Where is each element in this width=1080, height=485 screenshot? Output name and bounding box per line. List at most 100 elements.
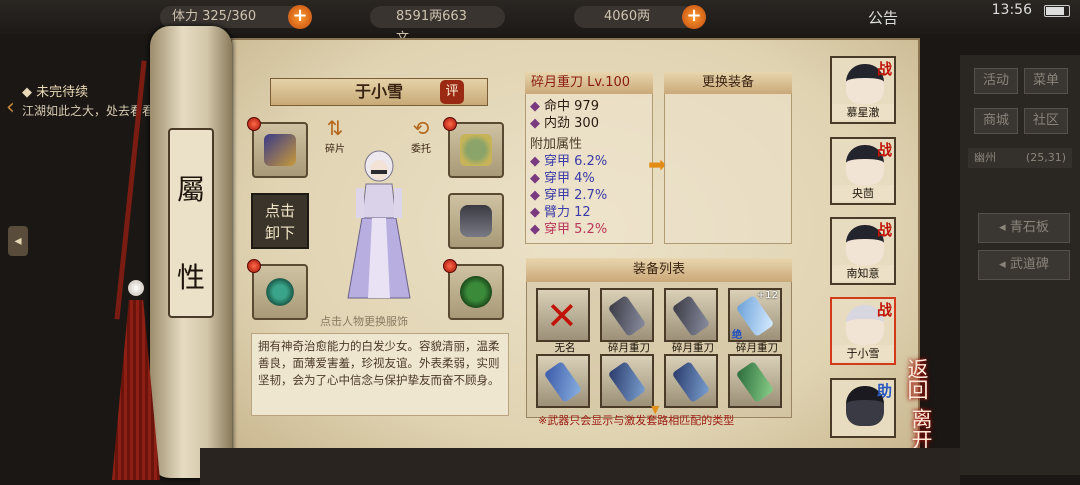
money-display: 8591两663文 bbox=[370, 6, 505, 46]
equip-slot-accessory[interactable] bbox=[247, 117, 308, 178]
equip-item-label: 碎月重刀 bbox=[608, 342, 650, 354]
change-equip-panel bbox=[664, 72, 792, 244]
stat-value: 5.2% bbox=[574, 222, 608, 237]
red-dot-icon bbox=[443, 259, 457, 273]
weapon-stats: ◆ 命中 979 ◆ 内劲 300 附加属性 ◆ 穿甲 6.2% ◆ 穿甲 4% ◆ 穿甲… bbox=[530, 98, 607, 238]
party-member-name: 慕星澈 bbox=[832, 104, 894, 120]
stat-value: 979 bbox=[574, 99, 599, 114]
fragment-icon: ⇅ bbox=[326, 116, 344, 140]
stat-name: 穿甲 bbox=[544, 222, 571, 237]
stat-name: 内劲 bbox=[544, 116, 571, 131]
equip-list-note: ※武器只会显示与激发套路相匹配的类型 bbox=[538, 414, 735, 427]
stat-value: 12 bbox=[574, 205, 591, 220]
add-ingot-button[interactable]: + bbox=[682, 5, 706, 29]
change-outfit-hint: 点击人物更换服饰 bbox=[320, 315, 408, 328]
add-stamina-button[interactable]: + bbox=[288, 5, 312, 29]
martial-stele-label: 武道碑 bbox=[1009, 257, 1049, 272]
weapon-title: 碎月重刀 Lv.100 bbox=[525, 72, 653, 94]
change-equip-title: 更换装备 bbox=[664, 72, 792, 94]
stat-row: ◆ 命中 979 bbox=[530, 99, 599, 114]
stat-row: ◆ 内劲 300 bbox=[530, 116, 599, 131]
location-display: 幽州 (25,31) bbox=[968, 148, 1072, 168]
tassel-bead bbox=[128, 280, 144, 296]
stat-value: 2.7% bbox=[574, 188, 608, 203]
assist-tag: 助 bbox=[876, 382, 892, 400]
stamina-display: 体力 325/360 + bbox=[160, 5, 312, 29]
bottom-nav-bar bbox=[200, 448, 960, 485]
ingot-display: 4060两 + bbox=[574, 5, 706, 29]
stone-road-button[interactable]: ◂ 青石板 bbox=[978, 213, 1070, 243]
scroll-label-2: 性 bbox=[176, 261, 205, 294]
stat-name: 穿甲 bbox=[544, 171, 571, 186]
ingot-value: 4060两 bbox=[604, 9, 651, 24]
broadsword-icon bbox=[735, 360, 775, 404]
equip-item-label: 碎月重刀 bbox=[736, 342, 778, 354]
equip-item[interactable] bbox=[600, 354, 654, 408]
equip-item[interactable] bbox=[536, 354, 590, 408]
stone-road-label: 青石板 bbox=[1009, 220, 1049, 235]
entrust-label: 委托 bbox=[411, 144, 431, 155]
stat-value: 300 bbox=[574, 116, 599, 131]
entrust-icon: ⟲ bbox=[412, 116, 430, 140]
hat-icon bbox=[460, 134, 492, 166]
equip-item[interactable] bbox=[664, 354, 718, 408]
location-coords: (25,31) bbox=[1025, 151, 1066, 164]
back-button[interactable]: 返回 bbox=[902, 358, 932, 400]
red-dot-icon bbox=[247, 117, 261, 131]
community-button[interactable]: 社区 bbox=[1024, 108, 1068, 134]
close-icon: ✕ bbox=[546, 294, 578, 338]
martial-stele-button[interactable]: ◂ 武道碑 bbox=[978, 250, 1070, 280]
equip-slot-armor[interactable] bbox=[448, 193, 504, 249]
party-member-selected[interactable]: 战 于小雪 bbox=[830, 297, 896, 365]
party-member-name: 央茴 bbox=[832, 185, 894, 201]
scroll-label: 屬 性 bbox=[168, 128, 214, 318]
fragment-label: 碎片 bbox=[325, 144, 345, 155]
menu-button[interactable]: 菜单 bbox=[1024, 68, 1068, 94]
equip-slot-ring[interactable] bbox=[247, 259, 308, 320]
broadsword-icon bbox=[543, 360, 583, 404]
collapse-tab[interactable]: ◂ bbox=[8, 226, 28, 256]
party-member[interactable]: 助 bbox=[830, 378, 896, 438]
equip-slot-hat[interactable] bbox=[443, 117, 504, 178]
extra-stat-row: ◆ 穿甲 2.7% bbox=[530, 188, 608, 203]
extra-stat-row: ◆ 穿甲 6.2% bbox=[530, 154, 608, 169]
battle-tag: 战 bbox=[876, 141, 892, 159]
activity-button[interactable]: 活动 bbox=[974, 68, 1018, 94]
extra-stat-row: ◆ 臂力 12 bbox=[530, 205, 591, 220]
equip-list-title: 装备列表 bbox=[526, 258, 792, 282]
party-member[interactable]: 战 慕星澈 bbox=[830, 56, 896, 124]
stat-name: 臂力 bbox=[544, 205, 571, 220]
stamina-value: 体力 325/360 bbox=[172, 9, 257, 24]
item-tag: 绝 bbox=[732, 330, 742, 341]
equip-item[interactable]: +12 绝 碎月重刀 bbox=[728, 288, 782, 354]
equip-slot-pendant[interactable] bbox=[443, 259, 504, 320]
equip-item[interactable]: 碎月重刀 bbox=[664, 288, 718, 354]
equip-item[interactable] bbox=[728, 354, 782, 408]
armor-icon bbox=[460, 205, 492, 237]
broadsword-icon bbox=[607, 294, 647, 338]
quest-title: 未完待续 bbox=[36, 85, 89, 100]
equip-item[interactable]: 碎月重刀 bbox=[600, 288, 654, 354]
broadsword-icon bbox=[671, 294, 711, 338]
rate-button[interactable]: 评 bbox=[440, 80, 464, 104]
character-name-text: 于小雪 bbox=[354, 82, 403, 101]
character-portrait[interactable] bbox=[344, 148, 414, 308]
unload-label-2: 卸下 bbox=[264, 224, 295, 242]
location-name: 幽州 bbox=[974, 151, 996, 164]
unload-button[interactable]: 点击 卸下 bbox=[251, 193, 309, 249]
broadsword-icon bbox=[671, 360, 711, 404]
party-member[interactable]: 战 央茴 bbox=[830, 137, 896, 205]
shop-button[interactable]: 商城 bbox=[974, 108, 1018, 134]
extra-stat-row: ◆ 穿甲 4% bbox=[530, 171, 595, 186]
stat-name: 穿甲 bbox=[544, 188, 571, 203]
party-member[interactable]: 战 南知意 bbox=[830, 217, 896, 285]
extra-attr-title: 附加属性 bbox=[530, 137, 583, 152]
announcement-button[interactable]: 公告 bbox=[868, 7, 898, 28]
equip-item-none[interactable]: ✕ 无名 bbox=[536, 288, 590, 354]
scroll-label-1: 屬 bbox=[176, 173, 205, 206]
stat-name: 命中 bbox=[544, 99, 571, 114]
red-dot-icon bbox=[443, 117, 457, 131]
leave-button[interactable]: 离开 bbox=[906, 408, 936, 450]
chevron-left-icon[interactable]: ‹ bbox=[6, 95, 15, 120]
equip-item-label: 无名 bbox=[554, 342, 576, 354]
